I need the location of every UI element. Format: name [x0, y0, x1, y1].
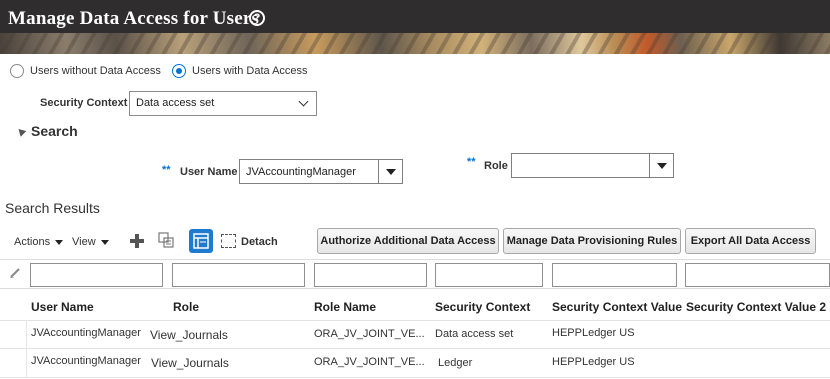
column-header-role[interactable]: Role — [173, 300, 199, 314]
page-header: Manage Data Access for Users ? — [0, 0, 830, 54]
cell-user-name: JVAccountingManager — [31, 355, 141, 367]
column-header-security-context-value-2[interactable]: Security Context Value 2 — [686, 300, 826, 314]
cell-role: View_Journals — [150, 328, 228, 342]
security-context-value: Data access set — [136, 97, 215, 109]
add-icon[interactable] — [130, 234, 144, 248]
user-name-value: JVAccountingManager — [246, 166, 356, 178]
search-results-title: Search Results — [5, 200, 100, 216]
role-input[interactable] — [511, 153, 674, 178]
column-header-role-name[interactable]: Role Name — [314, 300, 376, 314]
freeze-icon — [193, 233, 209, 249]
radio-circle-icon[interactable] — [10, 64, 24, 78]
role-label: Role — [484, 160, 508, 172]
chevron-down-icon — [55, 239, 64, 245]
cell-security-context-value: HEPPLedger US — [552, 327, 635, 339]
cell-security-context: Data access set — [435, 328, 514, 340]
page-title: Manage Data Access for Users — [8, 8, 260, 29]
filter-row — [0, 259, 830, 289]
filter-input-security-context[interactable] — [435, 263, 543, 287]
manage-data-provisioning-rules-button[interactable]: Manage Data Provisioning Rules — [503, 228, 681, 254]
actions-menu[interactable]: Actions — [14, 236, 64, 248]
required-marker: ** — [467, 156, 476, 168]
view-label: View — [72, 236, 96, 248]
row-divider — [0, 377, 830, 378]
export-all-data-access-button[interactable]: Export All Data Access — [685, 228, 816, 254]
filter-input-user-name[interactable] — [30, 263, 163, 287]
cell-security-context-value: HEPPLedger US — [552, 356, 635, 368]
detach-button[interactable]: Detach — [241, 236, 278, 248]
role-dropdown-button[interactable] — [649, 154, 673, 177]
radio-users-without-access[interactable]: Users without Data Access — [10, 64, 161, 78]
column-header-user-name[interactable]: User Name — [31, 300, 94, 314]
user-name-dropdown-button[interactable] — [378, 160, 402, 183]
filter-input-role[interactable] — [172, 263, 305, 287]
collapse-triangle-icon[interactable] — [15, 125, 27, 137]
search-title: Search — [31, 123, 78, 139]
column-header-security-context[interactable]: Security Context — [435, 300, 530, 314]
header-banner-art — [0, 33, 830, 54]
filter-input-role-name[interactable] — [314, 263, 427, 287]
user-name-label: User Name — [180, 166, 238, 178]
filter-input-security-context-value-2[interactable] — [685, 263, 830, 287]
row-divider — [0, 348, 830, 349]
cell-security-context: Ledger — [438, 357, 473, 369]
freeze-button[interactable] — [189, 229, 213, 253]
row-divider — [0, 320, 830, 321]
cell-role-name: ORA_JV_JOINT_VE... — [314, 356, 425, 368]
view-menu[interactable]: View — [72, 236, 109, 248]
actions-label: Actions — [14, 236, 51, 248]
filter-input-security-context-value[interactable] — [552, 263, 677, 287]
column-header-security-context-value[interactable]: Security Context Value — [552, 300, 682, 314]
column-divider — [26, 320, 27, 378]
chevron-down-icon — [298, 96, 309, 107]
security-context-select[interactable]: Data access set — [129, 91, 317, 116]
chevron-down-icon — [100, 239, 109, 245]
radio-users-with-access[interactable]: Users with Data Access — [172, 64, 308, 78]
dropdown-caret-icon — [386, 169, 396, 175]
dropdown-caret-icon — [657, 163, 667, 169]
required-marker: ** — [162, 164, 171, 176]
clear-filter-pencil-icon[interactable] — [10, 268, 20, 278]
help-icon[interactable]: ? — [249, 10, 265, 26]
cell-role-name: ORA_JV_JOINT_VE... — [314, 328, 425, 340]
search-section-header[interactable]: Search — [15, 123, 78, 139]
detach-icon[interactable] — [221, 234, 236, 248]
radio-selected-icon[interactable] — [172, 64, 186, 78]
detach-label: Detach — [241, 236, 278, 248]
cell-role: View_Journals — [151, 356, 229, 370]
radio-label: Users without Data Access — [30, 65, 161, 77]
user-name-input[interactable]: JVAccountingManager — [239, 159, 403, 184]
format-icon[interactable] — [158, 232, 174, 248]
radio-label: Users with Data Access — [192, 65, 308, 77]
cell-user-name: JVAccountingManager — [31, 327, 141, 339]
authorize-additional-data-access-button[interactable]: Authorize Additional Data Access — [317, 228, 499, 254]
security-context-label: Security Context — [40, 97, 128, 109]
